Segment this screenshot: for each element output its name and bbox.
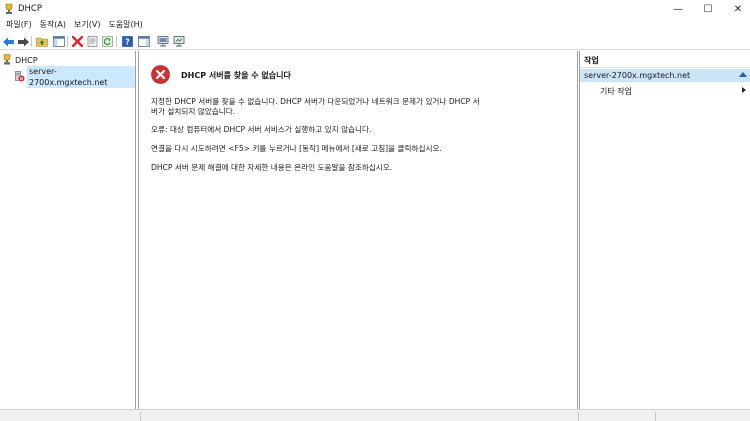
status-bar <box>0 409 750 421</box>
menu-file[interactable]: 파일(F) <box>2 18 36 32</box>
dhcp-app-icon <box>3 3 15 15</box>
actions-header: 작업 <box>584 56 599 65</box>
toolbar-separator <box>67 36 68 47</box>
dhcp-icon <box>2 54 12 67</box>
server-icon[interactable] <box>156 35 169 48</box>
maximize-icon: ☐ <box>703 3 713 15</box>
error-reason: 오류: 대상 컴퓨터에서 DHCP 서버 서비스가 실행하고 있지 않습니다. <box>151 125 372 134</box>
error-title: DHCP 서버를 찾을 수 없습니다 <box>181 71 291 80</box>
actions-section-server[interactable]: server-2700x.mgxtech.net <box>580 69 750 82</box>
delete-icon[interactable] <box>71 35 84 48</box>
status-divider <box>140 412 141 421</box>
properties-icon[interactable] <box>86 35 99 48</box>
actions-pane: 작업 server-2700x.mgxtech.net 기타 작업 <box>579 51 750 409</box>
window-title: DHCP <box>18 4 42 14</box>
menu-action[interactable]: 동작(A) <box>36 18 70 32</box>
status-divider <box>578 412 579 421</box>
help-reference: DHCP 서버 문제 해결에 대한 자세한 내용은 온라인 도움말을 참조하십시… <box>151 163 393 172</box>
forward-icon[interactable] <box>16 35 29 48</box>
server-error-icon <box>14 70 25 84</box>
toolbar: ? <box>0 33 750 50</box>
error-icon <box>151 65 170 84</box>
title-bar: DHCP — ☐ ✕ <box>0 0 750 18</box>
retry-instruction: 연결을 다시 시도하려면 <F5> 키를 누르거나 [동작] 메뉴에서 [새로 … <box>151 144 442 153</box>
server-stats-icon[interactable] <box>172 35 185 48</box>
result-pane: DHCP 서버를 찾을 수 없습니다 지정한 DHCP 서버를 찾을 수 없습니… <box>138 51 578 409</box>
divider <box>580 67 750 68</box>
tree-item-label: server-2700x.mgxtech.net <box>27 66 135 88</box>
action-more-actions[interactable]: 기타 작업 <box>600 86 632 97</box>
refresh-icon[interactable] <box>101 35 114 48</box>
up-folder-icon[interactable] <box>35 35 48 48</box>
actions-section-label: server-2700x.mgxtech.net <box>584 71 691 80</box>
show-hide-tree-icon[interactable] <box>52 35 65 48</box>
console-tree-pane: DHCP server-2700x.mgxtech.net <box>0 51 136 409</box>
menu-help[interactable]: 도움말(H) <box>104 18 146 32</box>
status-divider <box>655 412 656 421</box>
close-button[interactable]: ✕ <box>720 0 750 18</box>
minimize-icon: — <box>673 3 683 15</box>
menu-view[interactable]: 보기(V) <box>70 18 104 32</box>
error-message: 지정한 DHCP 서버를 찾을 수 없습니다. DHCP 서버가 다운되었거나 … <box>151 97 480 116</box>
show-hide-action-pane-icon[interactable] <box>137 35 150 48</box>
tree-item-label: DHCP <box>15 56 38 65</box>
menu-bar: 파일(F) 동작(A) 보기(V) 도움말(H) <box>0 18 750 32</box>
svg-text:?: ? <box>125 38 130 47</box>
help-icon[interactable]: ? <box>121 35 134 48</box>
toolbar-separator <box>31 36 32 47</box>
back-icon[interactable] <box>2 35 15 48</box>
collapse-icon[interactable] <box>739 72 747 77</box>
tree-item-server[interactable]: server-2700x.mgxtech.net <box>14 66 135 88</box>
toolbar-separator <box>116 36 117 47</box>
close-icon: ✕ <box>733 3 743 15</box>
submenu-arrow-icon[interactable] <box>742 87 746 93</box>
